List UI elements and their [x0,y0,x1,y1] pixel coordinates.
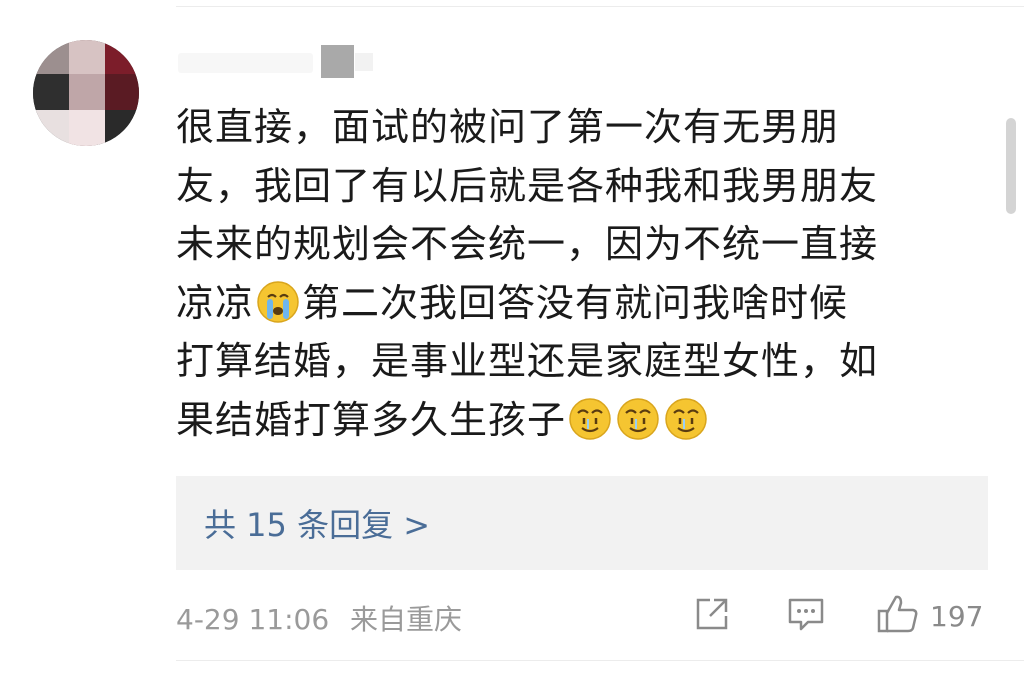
share-icon [692,594,732,638]
replies-box[interactable]: 共 15 条回复 > [176,476,988,570]
comment-line-segment: 果结婚打算多久生孩子 [176,397,567,442]
comment-line: 友，我回了有以后就是各种我和我男朋友 [176,163,879,208]
bottom-divider [176,660,1024,661]
comment-line: 凉凉 第二次我回答没有就问我啥时候 [176,274,996,333]
avatar[interactable] [33,40,139,146]
like-count: 197 [930,599,984,633]
comment-button[interactable] [786,596,826,636]
comment-icon [786,594,826,638]
comment-text: 很直接，面试的被问了第一次有无男朋 友，我回了有以后就是各种我和我男朋友 未来的… [176,98,996,449]
timestamp: 4-29 11:06 [176,603,330,636]
view-replies-link[interactable]: 共 15 条回复 > [204,500,430,546]
sweat-smile-face-icon [664,397,708,441]
sweat-smile-face-icon [616,397,660,441]
comment-line: 未来的规划会不会统一，因为不统一直接 [176,222,879,266]
crying-face-icon [256,280,300,324]
comment-line: 很直接，面试的被问了第一次有无男朋 [176,105,840,149]
comment-line: 打算结婚，是事业型还是家庭型女性，如 [176,339,879,383]
sweat-smile-face-icon [568,397,612,441]
like-button[interactable]: 197 [876,593,984,639]
username-blurred[interactable] [178,43,378,79]
top-divider [176,6,1024,7]
comment-line: 果结婚打算多久生孩子 [176,391,996,450]
location-source: 来自重庆 [350,603,463,636]
comment-line-segment: 第二次我回答没有就问我啥时候 [302,280,849,325]
thumbs-up-icon [876,593,920,639]
comment-meta: 4-29 11:06 来自重庆 [176,598,462,638]
share-button[interactable] [692,596,732,636]
scrollbar-thumb[interactable] [1006,118,1016,214]
comment-line-segment: 凉凉 [176,280,255,325]
